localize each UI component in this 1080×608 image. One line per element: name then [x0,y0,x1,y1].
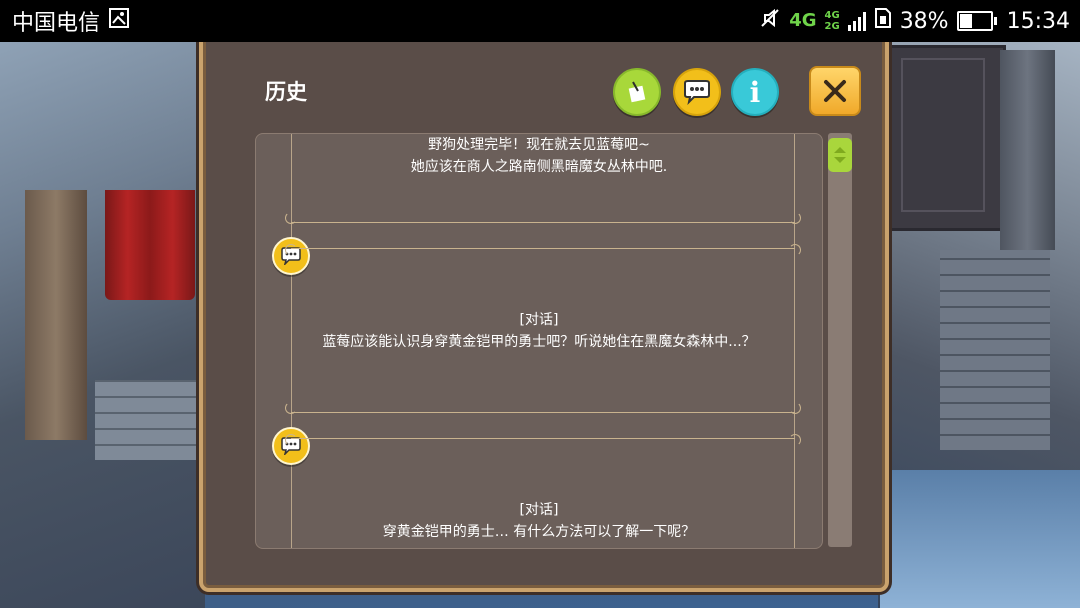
signal-icon [847,11,866,31]
note-filter-button[interactable] [613,68,661,116]
log-divider [285,212,801,224]
scene-right-pillar [1000,50,1055,250]
scene-right-bricks [940,250,1050,450]
log-entry-line: 蓝莓应该能认识身穿黄金铠甲的勇士吧？听说她住在黑魔女森林中...？ [322,334,756,350]
clock: 15:34 [1006,8,1070,34]
note-icon [628,81,646,103]
scene-left-pillar [25,190,87,440]
log-entry: 野狗处理完毕！现在就去见蓝莓吧~ 她应该在商人之路南侧黑暗魔女丛林中吧. [256,134,822,178]
network-type-label: 4G [789,10,817,31]
chat-icon [684,80,710,105]
scrollbar-thumb[interactable] [828,138,852,172]
chat-filter-button[interactable] [673,68,721,116]
log-entry-tag: [对话] [519,502,559,518]
sim-icon [874,7,892,35]
log-divider [285,402,801,414]
network-small-indicator: 4G 2G [824,10,840,32]
scene-red-curtain [105,190,195,300]
dialog-title: 历史 [265,80,307,104]
close-icon [824,80,846,102]
close-button[interactable] [809,66,861,116]
log-entry: [对话] 穿黄金铠甲的勇士… 有什么方法可以了解一下呢？ [256,499,822,543]
info-button[interactable]: i [731,68,779,116]
image-icon [108,7,130,35]
log-entry-tag: [对话] [519,312,559,328]
chat-bubble-icon [272,237,310,275]
chevron-up-icon [834,147,846,153]
history-dialog: 历史 i 野狗处理完毕！现在就去见蓝莓吧~ 她应该在商人之路南侧黑暗魔女丛林中吧… [199,38,889,592]
history-log[interactable]: 野狗处理完毕！现在就去见蓝莓吧~ 她应该在商人之路南侧黑暗魔女丛林中吧. [对话… [255,133,823,549]
info-icon: i [749,75,761,109]
scene-left-bricks [95,380,205,460]
log-divider [285,434,801,446]
log-entry: [对话] 蓝莓应该能认识身穿黄金铠甲的勇士吧？听说她住在黑魔女森林中...？ [256,309,822,353]
battery-percent: 38% [899,8,949,34]
status-bar: 中国电信 4G 4G 2G 38% 15:34 [0,0,1080,42]
log-scrollbar[interactable] [828,133,852,547]
carrier-label: 中国电信 [12,11,101,36]
log-divider [285,244,801,256]
chevron-down-icon [834,157,846,163]
chat-bubble-icon [272,427,310,465]
mute-icon [759,7,781,35]
log-entry-line: 野狗处理完毕！现在就去见蓝莓吧~ [428,137,650,153]
scene-cabinet [880,45,1006,231]
log-entry-line: 她应该在商人之路南侧黑暗魔女丛林中吧. [410,159,668,175]
log-entry-line: 穿黄金铠甲的勇士… 有什么方法可以了解一下呢？ [382,524,696,540]
battery-charging-icon [956,11,997,31]
